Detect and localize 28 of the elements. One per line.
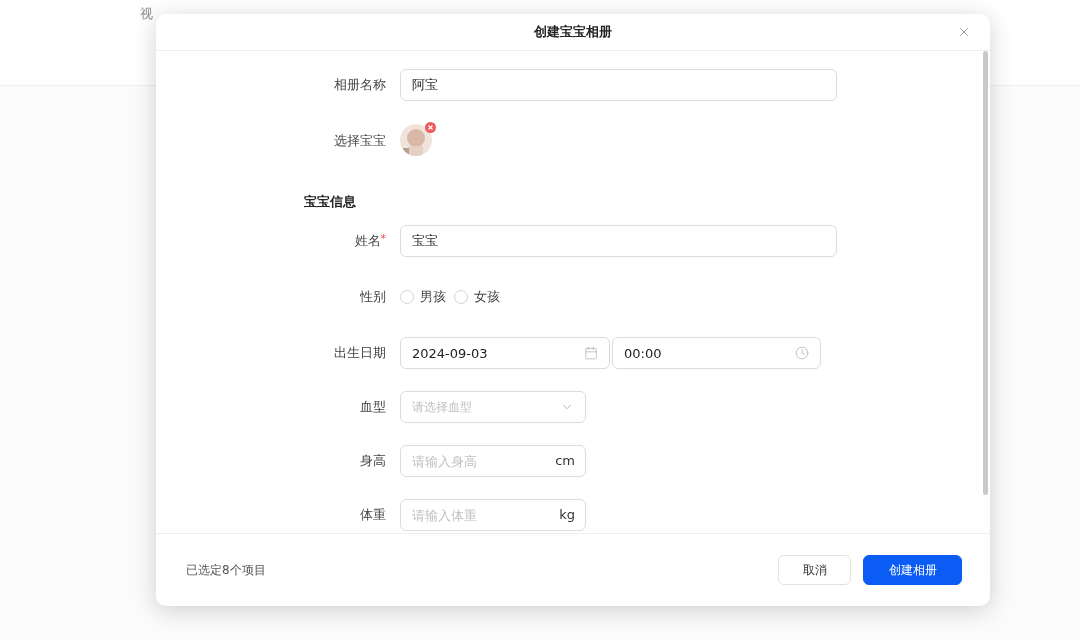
clock-icon — [795, 346, 809, 360]
field-label: 出生日期 — [334, 344, 386, 362]
unit-label: kg — [559, 507, 575, 523]
nav-tab[interactable]: 视 — [140, 6, 153, 22]
text-field[interactable]: 宝宝 — [400, 225, 837, 257]
field-label: 选择宝宝 — [334, 132, 386, 150]
text-field[interactable]: 阿宝 — [400, 69, 837, 101]
time-field[interactable]: 00:00 — [612, 337, 821, 369]
radio-button[interactable] — [454, 290, 468, 304]
field-label: 相册名称 — [334, 76, 386, 94]
unit-label: cm — [555, 453, 575, 469]
radio-button[interactable] — [400, 290, 414, 304]
radio-label: 男孩 — [420, 288, 446, 306]
create-button[interactable]: 创建相册 — [863, 555, 962, 585]
field-label: 体重 — [360, 506, 386, 524]
scrollbar[interactable] — [983, 51, 988, 495]
calendar-icon — [584, 346, 598, 360]
dialog-title: 创建宝宝相册 — [534, 23, 612, 41]
date-field[interactable]: 2024-09-03 — [400, 337, 610, 369]
field-label: 性别 — [360, 288, 386, 306]
remove-icon[interactable] — [425, 122, 436, 133]
section-title: 宝宝信息 — [304, 193, 356, 211]
field-label: 血型 — [360, 398, 386, 416]
selection-status: 已选定8个项目 — [186, 561, 266, 579]
cancel-button[interactable]: 取消 — [778, 555, 851, 585]
radio-label: 女孩 — [474, 288, 500, 306]
field-label: 姓名* — [354, 232, 386, 250]
field-label: 身高 — [360, 452, 386, 470]
